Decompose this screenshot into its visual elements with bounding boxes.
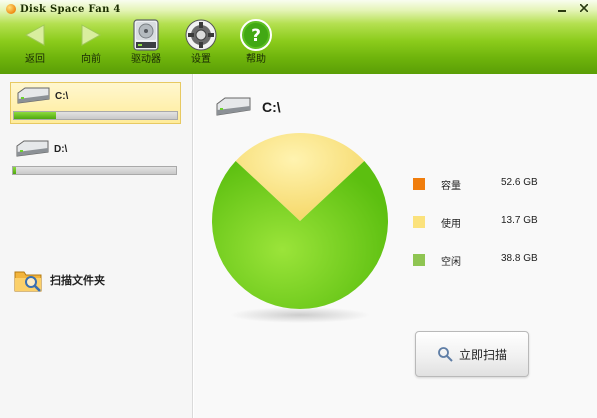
legend-value: 13.7 GB (501, 215, 538, 226)
help-button[interactable]: ? 帮助 (231, 18, 281, 66)
forward-button[interactable]: 向前 (66, 18, 116, 66)
help-label: 帮助 (246, 54, 266, 65)
hard-drive-icon (16, 140, 49, 157)
legend-name: 空闲 (441, 257, 461, 268)
back-arrow-icon (17, 18, 53, 52)
drive-label: C:\ (55, 90, 69, 102)
forward-arrow-icon (73, 18, 109, 52)
hard-drive-icon (128, 18, 164, 52)
legend-row-free: 空闲 38.8 GB (413, 252, 563, 290)
selected-drive-header: C:\ (214, 97, 281, 117)
back-label: 返回 (25, 54, 45, 65)
drive-usage-fill (14, 112, 57, 119)
legend-swatch (413, 216, 425, 228)
minimize-icon (558, 10, 566, 12)
folder-search-icon (14, 271, 42, 292)
back-button[interactable]: 返回 (10, 18, 60, 66)
drive-usage-fill (13, 167, 17, 174)
app-logo-icon (6, 4, 16, 14)
scan-now-button[interactable]: 立即扫描 (415, 331, 529, 377)
drive-label: D:\ (54, 143, 68, 155)
legend-swatch (413, 254, 425, 266)
forward-label: 向前 (81, 54, 101, 65)
drives-button[interactable]: 驱动器 (121, 18, 171, 66)
minimize-button[interactable] (551, 0, 573, 16)
legend-value: 38.8 GB (501, 253, 538, 264)
scan-folder-button[interactable]: 扫描文件夹 (14, 267, 105, 293)
legend-swatch (413, 178, 425, 190)
legend-name: 容量 (441, 181, 461, 192)
toolbar: 返回 向前 驱动器 设置 ? 帮助 (0, 18, 597, 74)
drives-label: 驱动器 (131, 54, 161, 65)
hard-drive-icon (17, 87, 50, 104)
drive-usage-bar (13, 111, 178, 120)
settings-button[interactable]: 设置 (176, 18, 226, 66)
settings-label: 设置 (191, 54, 211, 65)
window-controls (551, 0, 595, 16)
title-bar: Disk Space Fan 4 返回 向前 驱动器 设置 ? 帮助 (0, 0, 597, 74)
disk-usage-pie-chart (210, 131, 390, 330)
drive-list-sidebar: C:\ D:\ 扫描文件夹 (0, 74, 193, 418)
scan-now-label: 立即扫描 (458, 347, 507, 362)
gear-icon (183, 18, 219, 52)
close-button[interactable] (573, 0, 595, 16)
legend-row-used: 使用 13.7 GB (413, 214, 563, 252)
legend-value: 52.6 GB (501, 177, 538, 188)
search-icon (438, 347, 453, 362)
legend: 容量 52.6 GB 使用 13.7 GB 空闲 38.8 GB (413, 176, 563, 290)
drive-item-c[interactable]: C:\ (10, 82, 181, 124)
pie-shadow (230, 307, 370, 323)
drive-item-d[interactable]: D:\ (10, 136, 181, 178)
drive-usage-bar (12, 166, 177, 175)
scan-folder-label: 扫描文件夹 (50, 275, 105, 287)
help-question-icon: ? (238, 18, 274, 52)
selected-drive-label: C:\ (262, 99, 281, 115)
app-title: Disk Space Fan 4 (6, 1, 121, 17)
hard-drive-icon (216, 97, 251, 116)
legend-name: 使用 (441, 219, 461, 230)
drive-details-panel: C:\ 容量 52.6 GB 使用 13.7 GB 空闲 38.8 GB 立即扫… (194, 74, 597, 418)
app-title-text: Disk Space Fan 4 (20, 3, 121, 15)
legend-row-capacity: 容量 52.6 GB (413, 176, 563, 214)
close-icon (580, 4, 588, 12)
svg-text:?: ? (251, 26, 261, 46)
